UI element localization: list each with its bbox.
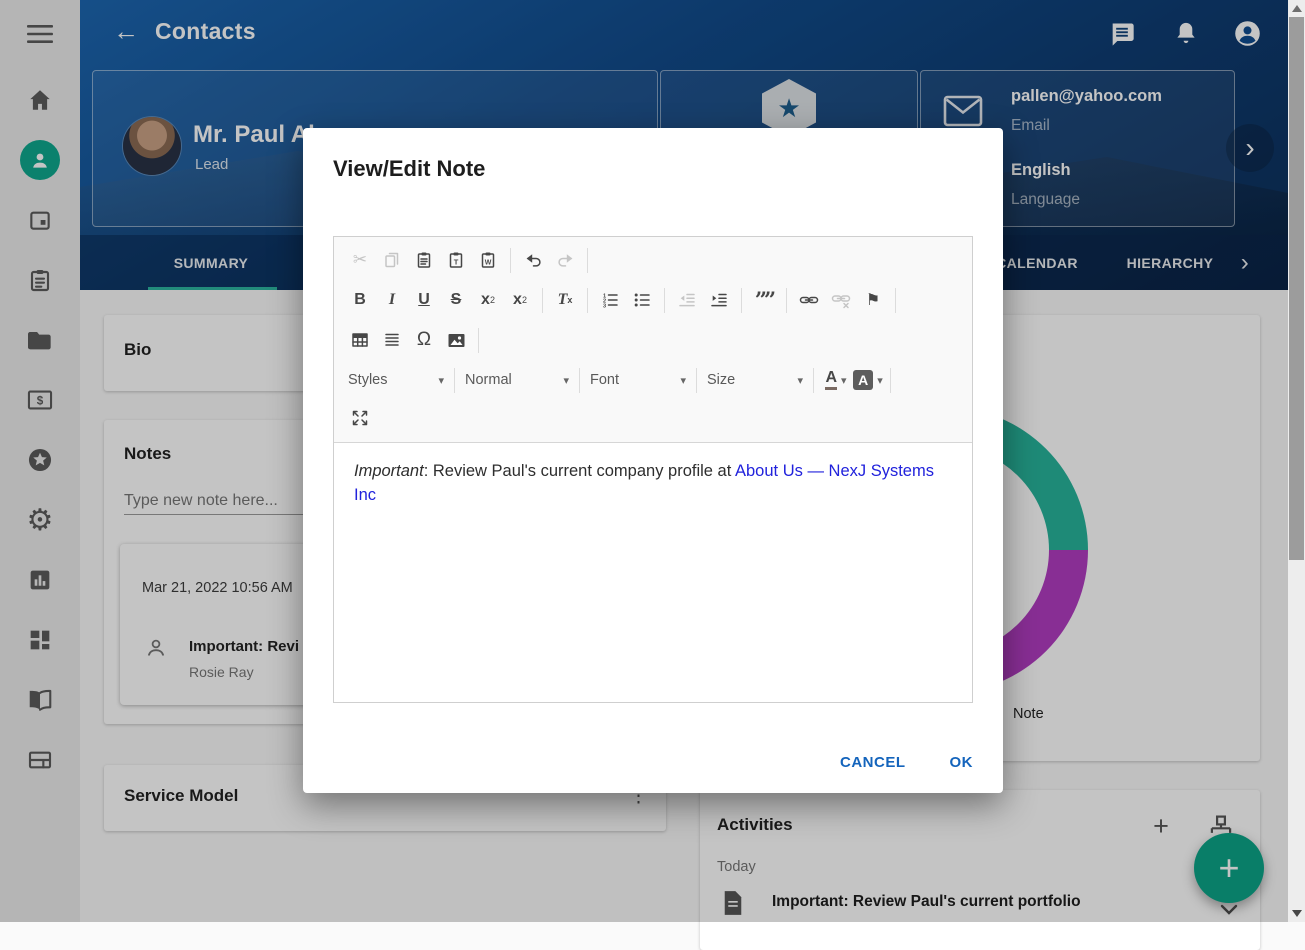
chevron-down-icon: ▾ bbox=[877, 374, 883, 387]
redo-icon[interactable] bbox=[550, 246, 580, 274]
italic-icon[interactable]: I bbox=[377, 286, 407, 314]
horizontal-line-icon[interactable] bbox=[377, 326, 407, 354]
svg-text:T: T bbox=[454, 258, 459, 267]
numbered-list-icon[interactable]: 123 bbox=[595, 286, 625, 314]
background-color-button[interactable]: A▾ bbox=[853, 366, 883, 394]
blockquote-icon[interactable]: ”” bbox=[749, 286, 779, 314]
view-edit-note-dialog: View/Edit Note ✂ T W bbox=[303, 128, 1003, 793]
svg-text:W: W bbox=[485, 260, 492, 267]
ok-button[interactable]: OK bbox=[950, 754, 974, 771]
underline-icon[interactable]: U bbox=[409, 286, 439, 314]
subscript-icon[interactable]: x2 bbox=[473, 286, 503, 314]
styles-dropdown[interactable]: Styles▾ bbox=[344, 366, 448, 394]
rich-text-editor: ✂ T W bbox=[333, 236, 973, 703]
strikethrough-icon[interactable]: S bbox=[441, 286, 471, 314]
decrease-indent-icon[interactable] bbox=[672, 286, 702, 314]
special-character-icon[interactable]: Ω bbox=[409, 326, 439, 354]
text-color-button[interactable]: A▾ bbox=[821, 366, 851, 394]
chevron-down-icon: ▾ bbox=[797, 374, 803, 387]
undo-icon[interactable] bbox=[518, 246, 548, 274]
remove-format-icon[interactable]: Tx bbox=[550, 286, 580, 314]
scrollbar-up-arrow[interactable] bbox=[1292, 5, 1302, 12]
paste-from-word-icon[interactable]: W bbox=[473, 246, 503, 274]
cut-icon[interactable]: ✂ bbox=[345, 246, 375, 274]
note-lead-italic: Important bbox=[354, 462, 424, 480]
bold-icon[interactable]: B bbox=[345, 286, 375, 314]
chevron-down-icon: ▾ bbox=[563, 374, 569, 387]
vertical-scrollbar[interactable] bbox=[1288, 0, 1305, 922]
anchor-flag-icon[interactable]: ⚑ bbox=[858, 286, 888, 314]
insert-image-icon[interactable] bbox=[441, 326, 471, 354]
cancel-button[interactable]: CANCEL bbox=[840, 754, 906, 771]
chevron-down-icon: ▾ bbox=[841, 374, 847, 387]
chevron-down-icon: ▾ bbox=[680, 374, 686, 387]
dialog-title: View/Edit Note bbox=[333, 156, 485, 182]
unlink-icon[interactable] bbox=[826, 286, 856, 314]
font-dropdown[interactable]: Font▾ bbox=[586, 366, 690, 394]
note-body-text: : Review Paul's current company profile … bbox=[424, 462, 735, 480]
maximize-icon[interactable] bbox=[345, 404, 375, 432]
insert-table-icon[interactable] bbox=[345, 326, 375, 354]
link-icon[interactable] bbox=[794, 286, 824, 314]
paragraph-format-dropdown[interactable]: Normal▾ bbox=[461, 366, 573, 394]
svg-text:3: 3 bbox=[603, 303, 606, 309]
increase-indent-icon[interactable] bbox=[704, 286, 734, 314]
scrollbar-down-arrow[interactable] bbox=[1292, 910, 1302, 917]
size-dropdown[interactable]: Size▾ bbox=[703, 366, 807, 394]
chevron-down-icon: ▾ bbox=[438, 374, 444, 387]
superscript-icon[interactable]: x2 bbox=[505, 286, 535, 314]
paste-icon[interactable] bbox=[409, 246, 439, 274]
editor-toolbar: ✂ T W bbox=[334, 237, 972, 443]
bulleted-list-icon[interactable] bbox=[627, 286, 657, 314]
paste-plain-text-icon[interactable]: T bbox=[441, 246, 471, 274]
copy-icon[interactable] bbox=[377, 246, 407, 274]
note-editor-content[interactable]: Important: Review Paul's current company… bbox=[334, 443, 972, 525]
scrollbar-thumb[interactable] bbox=[1289, 17, 1304, 560]
